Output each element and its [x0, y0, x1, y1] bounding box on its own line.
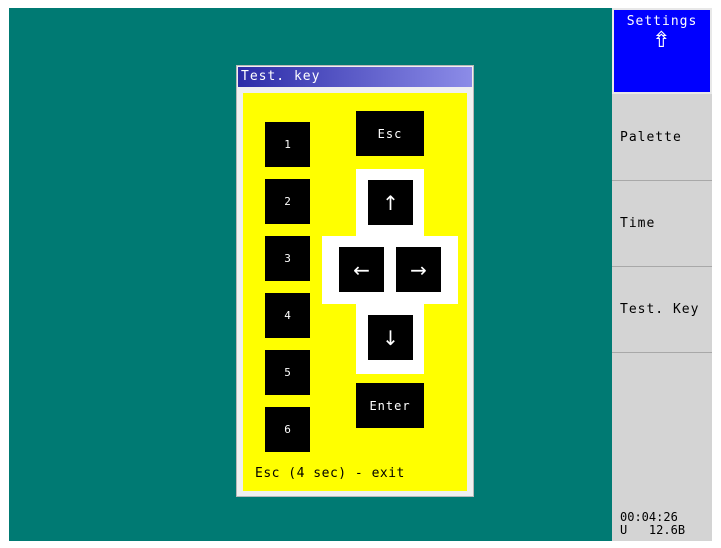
- key-panel: 1 2 3 4 5 6 Esc ↑ ← → ↓ Enter Esc (4 sec…: [243, 93, 467, 491]
- menu-item-test-key[interactable]: Test. Key: [612, 267, 712, 353]
- test-key-dialog: Test. key 1 2 3 4 5 6 Esc ↑ ← → ↓ Enter …: [236, 65, 474, 497]
- key-2[interactable]: 2: [265, 179, 310, 224]
- arrow-down-icon: ↓: [382, 325, 399, 350]
- settings-label: Settings: [626, 14, 698, 29]
- status-readout: 00:04:26 U 12.6B: [620, 511, 685, 537]
- arrow-up-key[interactable]: ↑: [368, 180, 413, 225]
- arrow-right-icon: →: [410, 257, 427, 282]
- menu-item-label: Test. Key: [620, 302, 700, 317]
- dialog-title: Test. key: [238, 67, 472, 87]
- side-menu: Settings ⇮ Palette Time Test. Key 00:04:…: [612, 8, 712, 541]
- settings-button[interactable]: Settings ⇮: [612, 8, 712, 94]
- arrow-right-key[interactable]: →: [396, 247, 441, 292]
- voltage-unit: U: [620, 523, 628, 537]
- menu-item-label: Palette: [620, 129, 682, 145]
- esc-key[interactable]: Esc: [356, 111, 424, 156]
- arrow-left-icon: ←: [353, 257, 370, 282]
- enter-key[interactable]: Enter: [356, 383, 424, 428]
- voltage-value: 12.6B: [648, 523, 686, 537]
- clock-time: 00:04:26: [620, 510, 678, 524]
- arrow-up-icon: ↑: [382, 190, 399, 215]
- up-shift-icon: ⇮: [652, 28, 672, 53]
- key-3[interactable]: 3: [265, 236, 310, 281]
- key-4[interactable]: 4: [265, 293, 310, 338]
- key-5[interactable]: 5: [265, 350, 310, 395]
- arrow-down-key[interactable]: ↓: [368, 315, 413, 360]
- menu-item-time[interactable]: Time: [612, 181, 712, 267]
- menu-item-label: Time: [620, 216, 656, 231]
- key-6[interactable]: 6: [265, 407, 310, 452]
- key-1[interactable]: 1: [265, 122, 310, 167]
- arrow-left-key[interactable]: ←: [339, 247, 384, 292]
- screen-area: Test. key 1 2 3 4 5 6 Esc ↑ ← → ↓ Enter …: [9, 8, 712, 541]
- menu-item-palette[interactable]: Palette: [612, 94, 712, 181]
- exit-hint: Esc (4 sec) - exit: [255, 466, 405, 481]
